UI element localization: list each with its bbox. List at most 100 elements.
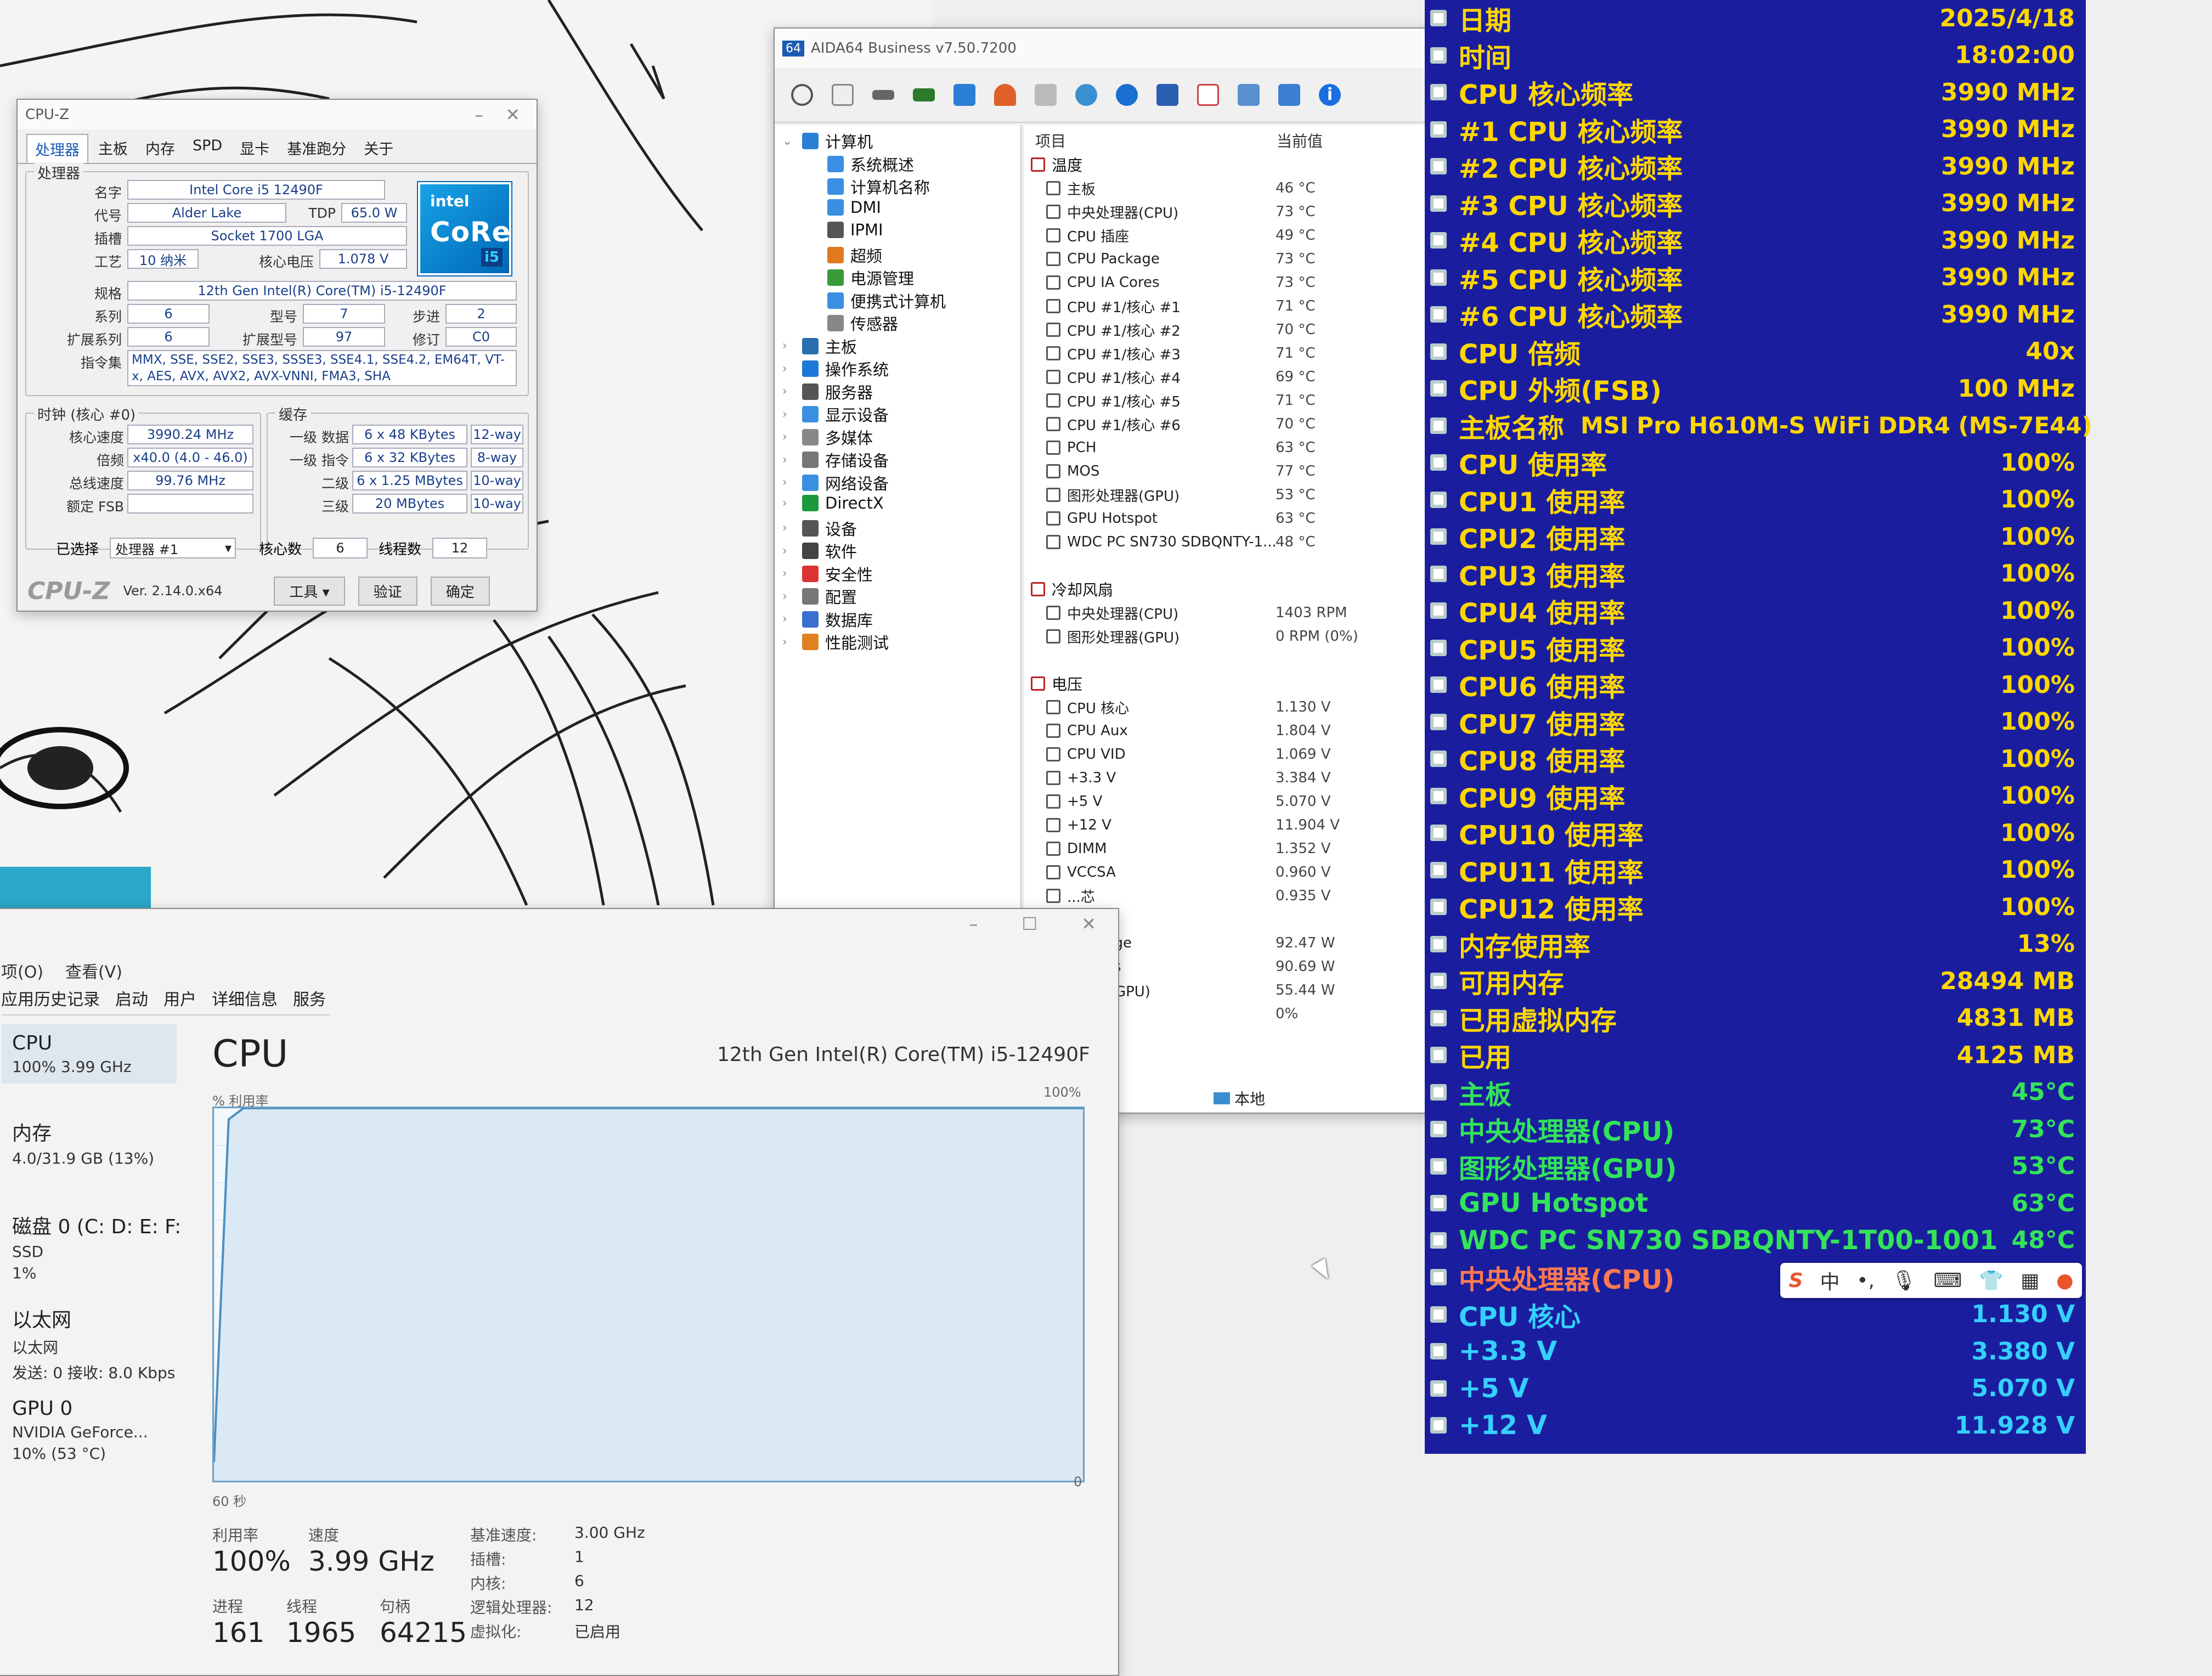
user-icon[interactable] bbox=[1075, 84, 1097, 106]
sensor-row[interactable]: CPU 核心 1.130 V bbox=[1046, 696, 1436, 718]
sensor-row[interactable]: CPU IA Cores 73 °C bbox=[1046, 272, 1436, 294]
tree-item[interactable]: 传感器 bbox=[808, 312, 898, 335]
tm-tab[interactable]: 应用历史记录 bbox=[1, 986, 100, 1010]
tree-item[interactable]: › 服务器 bbox=[782, 380, 873, 403]
sensor-row[interactable]: ...芯 0.935 V bbox=[1046, 885, 1436, 907]
chinese-mode-button[interactable]: 中 bbox=[1820, 1266, 1839, 1295]
tools-icon[interactable] bbox=[1035, 84, 1057, 106]
expand-icon[interactable]: › bbox=[782, 362, 795, 376]
tree-item[interactable]: DMI bbox=[808, 198, 881, 217]
tab-0[interactable]: 处理器 bbox=[26, 134, 88, 163]
mic-icon[interactable]: 🎙 bbox=[1892, 1269, 1917, 1292]
expand-icon[interactable]: › bbox=[782, 567, 795, 580]
perf-sidebar-item[interactable]: 磁盘 0 (C: D: E: F: SSD 1% bbox=[12, 1211, 181, 1282]
tree-item[interactable]: › 软件 bbox=[782, 539, 857, 562]
sensor-row[interactable]: PCH 63 °C bbox=[1046, 437, 1436, 459]
sensor-row[interactable]: CPU 插座 49 °C bbox=[1046, 224, 1436, 246]
monitor-icon[interactable] bbox=[1238, 84, 1260, 106]
col-value-header[interactable]: 当前值 bbox=[1277, 129, 1323, 151]
minimize-icon[interactable]: – bbox=[969, 913, 978, 934]
sensor-row[interactable]: +3.3 V 3.384 V bbox=[1046, 767, 1436, 789]
sensor-row[interactable]: CPU Package 73 °C bbox=[1046, 248, 1436, 270]
tree-item[interactable]: › 网络设备 bbox=[782, 471, 889, 494]
motherboard-icon[interactable] bbox=[872, 90, 894, 100]
processor-select[interactable]: 处理器 #1 ▾ bbox=[110, 538, 236, 558]
expand-icon[interactable]: › bbox=[782, 635, 795, 649]
sensor-row[interactable]: WDC PC SN730 SDBQNTY-1... 48 °C bbox=[1046, 531, 1436, 553]
cpuz-window[interactable]: CPU-Z – ✕ 处理器 主板 内存 SPD 显卡 基准跑分 关于 处理器 名字 Intel… bbox=[16, 99, 538, 612]
tree-item[interactable]: › 主板 bbox=[782, 335, 857, 358]
expand-icon[interactable]: › bbox=[782, 408, 795, 421]
sensor-row[interactable]: GPU Hotspot 63 °C bbox=[1046, 507, 1436, 529]
tree-item[interactable]: › 显示设备 bbox=[782, 403, 889, 426]
sensor-row[interactable]: CPU #1/核心 #6 70 °C bbox=[1046, 413, 1436, 435]
expand-icon[interactable]: › bbox=[782, 590, 795, 603]
minimize-icon[interactable]: – bbox=[475, 104, 483, 125]
tab-3[interactable]: SPD bbox=[185, 134, 230, 163]
sensor-section[interactable]: 温度 bbox=[1031, 154, 1436, 176]
ok-button[interactable]: 确定 bbox=[430, 576, 490, 606]
grid-icon[interactable]: ▦ bbox=[2021, 1269, 2039, 1292]
database-icon[interactable] bbox=[1156, 84, 1178, 106]
expand-icon[interactable]: ⌄ bbox=[782, 134, 795, 148]
menu-item[interactable]: 项(O) bbox=[1, 958, 43, 983]
task-manager-window[interactable]: – ☐ ✕ 项(O) 查看(V) 应用历史记录 启动 用户 详细信息 服务 CPU 100% 3… bbox=[0, 908, 1119, 1676]
network-icon[interactable] bbox=[953, 84, 975, 106]
expand-icon[interactable]: › bbox=[782, 496, 795, 510]
sensor-row[interactable]: CPU VID 1.069 V bbox=[1046, 743, 1436, 765]
aida-titlebar[interactable]: 64 AIDA64 Business v7.50.7200 bbox=[775, 29, 1436, 68]
tree-item[interactable]: › 性能测试 bbox=[782, 630, 889, 653]
expand-icon[interactable]: › bbox=[782, 612, 795, 626]
report-icon[interactable] bbox=[832, 84, 854, 106]
tree-item[interactable]: › 数据库 bbox=[782, 608, 873, 631]
menu-item[interactable]: 查看(V) bbox=[65, 958, 122, 983]
sensor-row[interactable]: 中央处理器(CPU) 73 °C bbox=[1046, 201, 1436, 223]
sensor-row[interactable]: +5 V 5.070 V bbox=[1046, 791, 1436, 812]
tree-item[interactable]: 计算机名称 bbox=[808, 175, 930, 198]
sensor-row[interactable]: 主板 46 °C bbox=[1046, 177, 1436, 199]
sensor-row[interactable]: CPU #1/核心 #2 70 °C bbox=[1046, 319, 1436, 341]
maximize-icon[interactable]: ☐ bbox=[1022, 913, 1038, 934]
tree-item[interactable]: › 操作系统 bbox=[782, 357, 889, 380]
sensor-row[interactable]: DIMM 1.352 V bbox=[1046, 838, 1436, 860]
expand-icon[interactable]: › bbox=[782, 339, 795, 353]
perf-sidebar-item[interactable]: GPU 0 NVIDIA GeForce... 10% (53 °C) bbox=[12, 1397, 148, 1463]
tree-item[interactable]: IPMI bbox=[808, 221, 883, 239]
sensor-section[interactable]: 冷却风扇 bbox=[1031, 578, 1436, 600]
checklist-icon[interactable] bbox=[1197, 84, 1219, 106]
tree-item[interactable]: 系统概述 bbox=[808, 153, 914, 176]
sensor-row[interactable]: 图形处理器(GPU) 53 °C bbox=[1046, 484, 1436, 506]
sensor-row[interactable]: CPU Aux 1.804 V bbox=[1046, 720, 1436, 742]
cpuz-titlebar[interactable]: CPU-Z – ✕ bbox=[18, 100, 537, 129]
tree-item[interactable]: 超频 bbox=[808, 244, 882, 267]
info-icon[interactable]: i bbox=[1319, 84, 1341, 106]
tm-tab[interactable]: 服务 bbox=[293, 986, 326, 1010]
tab-4[interactable]: 显卡 bbox=[232, 134, 277, 163]
expand-icon[interactable]: › bbox=[782, 453, 795, 467]
tree-item[interactable]: › 多媒体 bbox=[782, 426, 873, 449]
tree-item[interactable]: › 安全性 bbox=[782, 562, 873, 585]
close-icon[interactable]: ✕ bbox=[505, 104, 520, 125]
tree-item[interactable]: 便携式计算机 bbox=[808, 289, 946, 312]
memory-icon[interactable] bbox=[913, 88, 935, 101]
sogou-logo-icon[interactable]: S bbox=[1788, 1269, 1803, 1292]
sensor-row[interactable]: CPU #1/核心 #4 69 °C bbox=[1046, 366, 1436, 388]
export-icon[interactable] bbox=[1278, 84, 1300, 106]
tm-tab[interactable]: 启动 bbox=[115, 986, 148, 1010]
close-icon[interactable]: ✕ bbox=[1081, 913, 1096, 934]
perf-sidebar-item[interactable]: 以太网 以太网 发送: 0 接收: 8.0 Kbps bbox=[12, 1304, 175, 1383]
sensor-row[interactable]: +12 V 11.904 V bbox=[1046, 814, 1436, 836]
globe-icon[interactable] bbox=[1116, 84, 1138, 106]
perf-sidebar-item[interactable]: CPU 100% 3.99 GHz bbox=[1, 1024, 177, 1084]
sensor-row[interactable]: 中央处理器(CPU) 1403 RPM bbox=[1046, 602, 1436, 624]
tab-6[interactable]: 关于 bbox=[356, 134, 401, 163]
expand-icon[interactable]: › bbox=[782, 385, 795, 398]
tree-item[interactable]: › 存储设备 bbox=[782, 448, 889, 471]
perf-sidebar-item[interactable]: 内存 4.0/31.9 GB (13%) bbox=[12, 1118, 154, 1167]
tree-item[interactable]: › 配置 bbox=[782, 585, 857, 608]
sensor-row[interactable]: CPU #1/核心 #1 71 °C bbox=[1046, 295, 1436, 317]
col-item-header[interactable]: 项目 bbox=[1035, 129, 1066, 151]
tree-item[interactable]: › DirectX bbox=[782, 494, 884, 512]
sensor-row[interactable]: VCCSA 0.960 V bbox=[1046, 861, 1436, 883]
tree-item[interactable]: ⌄ 计算机 bbox=[782, 129, 873, 153]
